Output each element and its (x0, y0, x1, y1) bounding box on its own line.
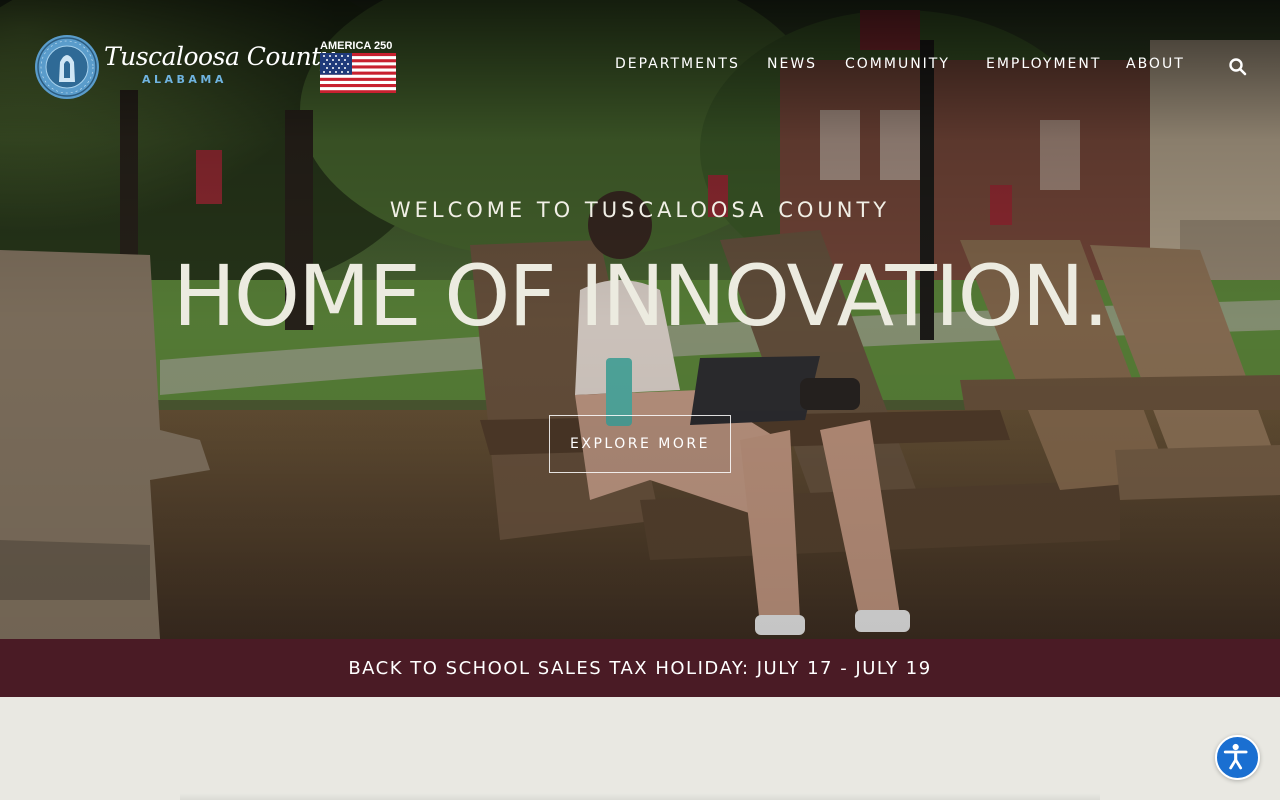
announcement-banner[interactable]: BACK TO SCHOOL SALES TAX HOLIDAY: JULY 1… (0, 639, 1280, 697)
nav-community[interactable]: COMMUNITY (845, 56, 950, 72)
nav-news[interactable]: NEWS (767, 56, 817, 72)
explore-more-button[interactable]: EXPLORE MORE (549, 415, 731, 473)
hero-welcome-text: WELCOME TO TUSCALOOSA COUNTY (389, 198, 891, 222)
america-250-label: AMERICA 250 (320, 40, 393, 52)
county-seal-logo[interactable] (34, 34, 100, 100)
america-250-badge[interactable]: AMERICA 250 (318, 40, 398, 94)
announcement-text: BACK TO SCHOOL SALES TAX HOLIDAY: JULY 1… (348, 657, 932, 679)
content-area (0, 697, 1280, 800)
brand-state: ALABAMA (142, 73, 227, 86)
us-flag-icon (320, 53, 396, 93)
brand-name: Tuscaloosa County (104, 42, 335, 71)
nav-departments[interactable]: DEPARTMENTS (615, 56, 740, 72)
brand-wordmark[interactable]: Tuscaloosa County ALABAMA (104, 42, 335, 90)
hero-headline: HOME OF INNOVATION. (172, 247, 1110, 345)
accessibility-icon[interactable] (1215, 735, 1260, 780)
nav-employment[interactable]: EMPLOYMENT (986, 56, 1101, 72)
content-card-edge (180, 793, 1100, 800)
search-icon[interactable] (1228, 57, 1248, 77)
nav-about[interactable]: ABOUT (1126, 56, 1185, 72)
hero-section: Tuscaloosa County ALABAMA AMERICA 250 DE… (0, 0, 1280, 639)
